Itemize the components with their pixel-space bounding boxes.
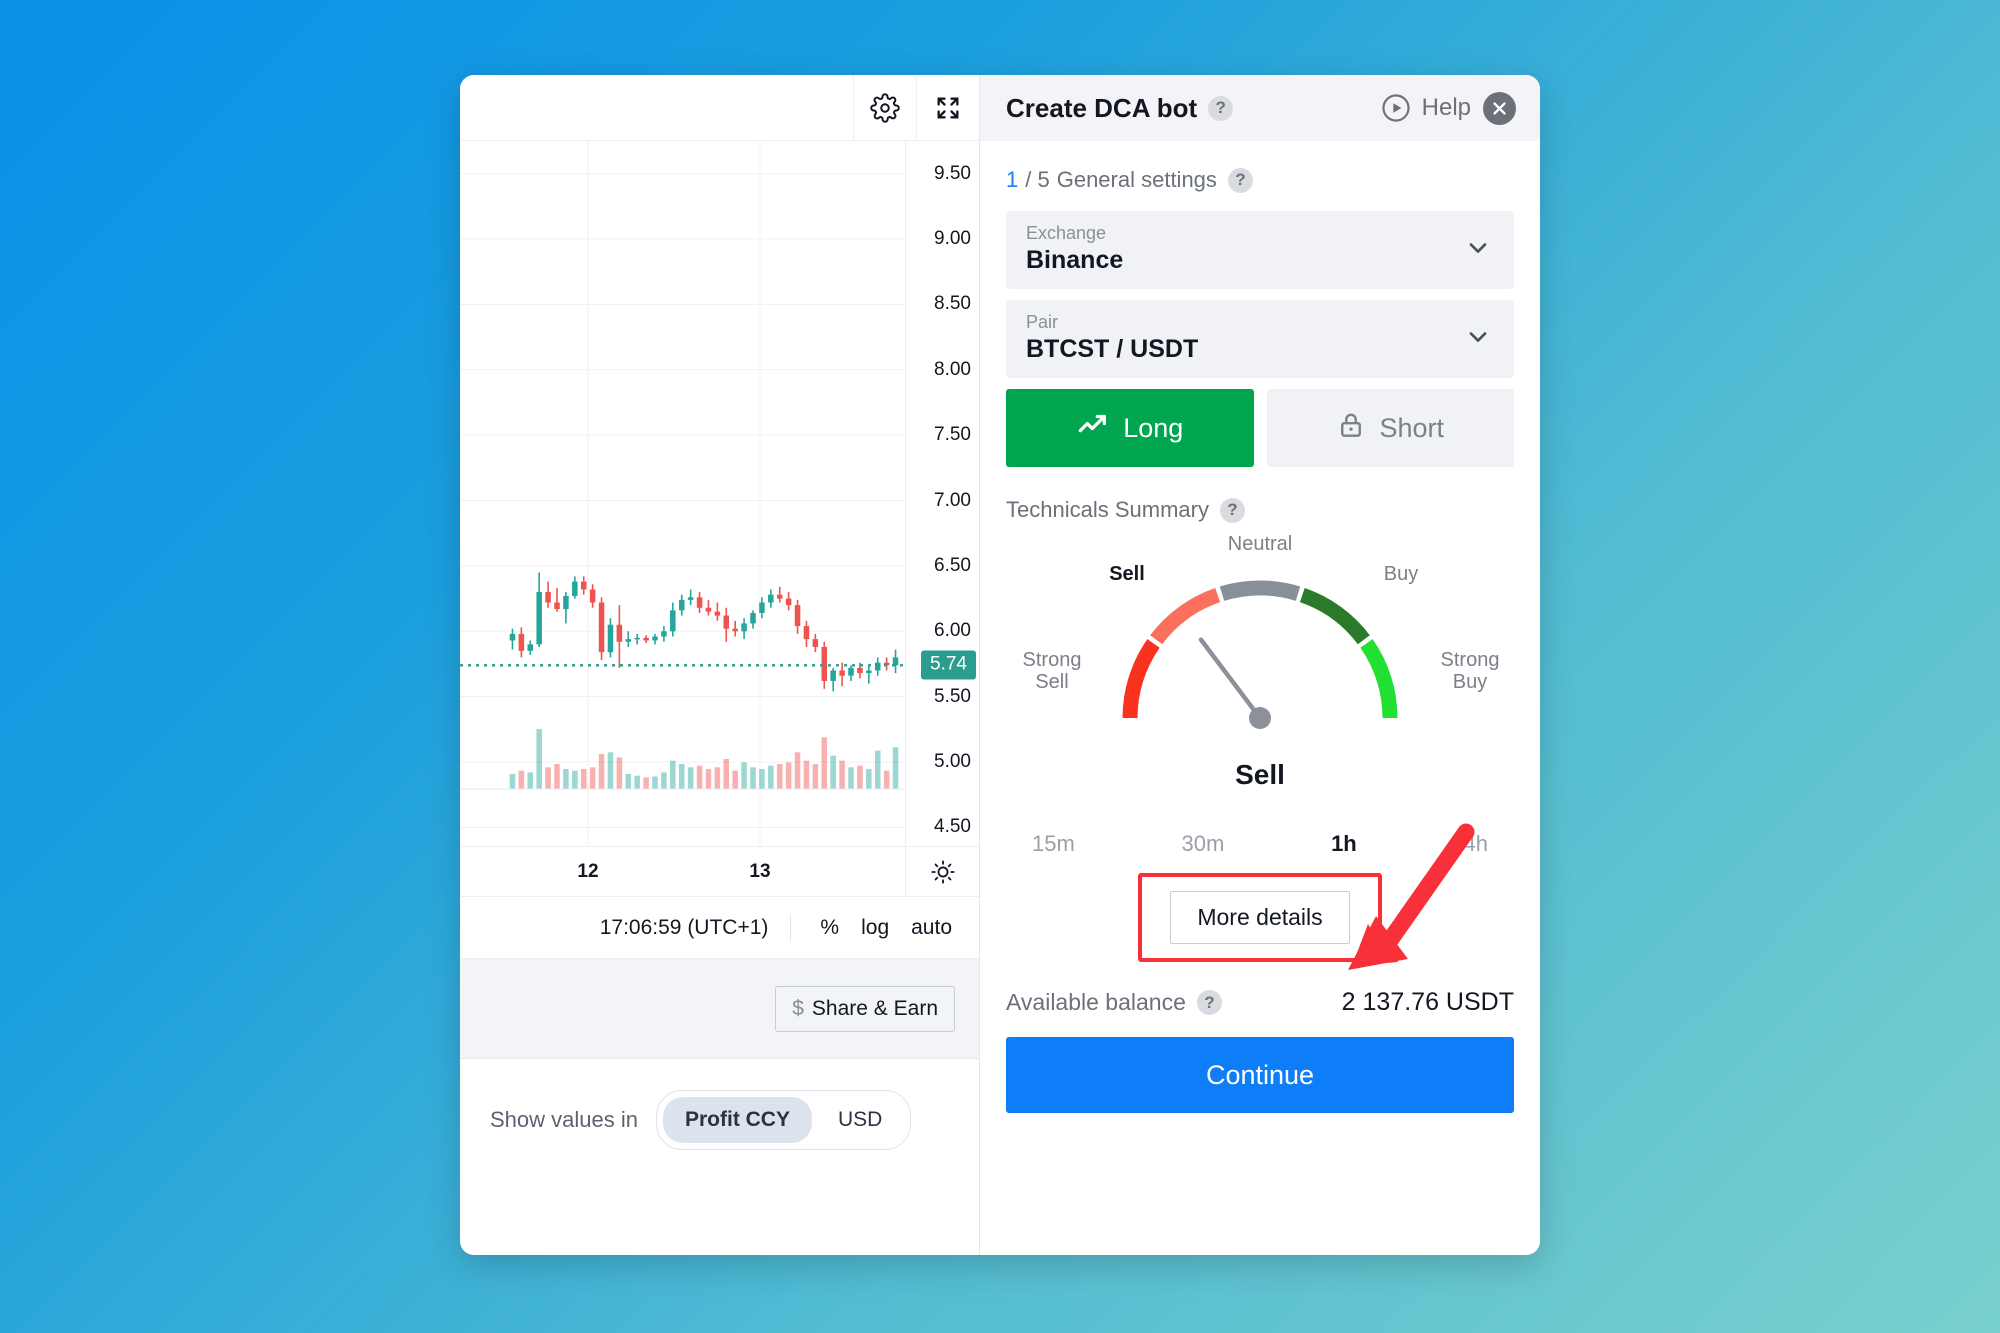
time-label: 13: [749, 860, 771, 882]
price-tick: 9.00: [934, 228, 971, 250]
pair-select[interactable]: Pair BTCST / USDT: [1006, 300, 1514, 378]
help-link[interactable]: Help: [1422, 94, 1471, 122]
chart-status-bar: 17:06:59 (UTC+1) % log auto: [460, 897, 979, 959]
log-scale-button[interactable]: log: [850, 916, 900, 940]
price-tick: 5.00: [934, 751, 971, 773]
technicals-gauge: Neutral Sell Buy Strong Sell Strong Buy Se…: [1006, 527, 1514, 827]
show-values-bar: Show values in Profit CCY USD: [460, 1059, 979, 1181]
timeframe-15m[interactable]: 15m: [1032, 831, 1075, 857]
chevron-down-icon: [1464, 323, 1492, 356]
percent-scale-button[interactable]: %: [809, 916, 850, 940]
short-button[interactable]: Short: [1266, 389, 1514, 467]
technicals-help-icon[interactable]: ?: [1219, 497, 1245, 523]
play-circle-icon[interactable]: [1380, 92, 1412, 124]
step-indicator: 1 / 5 General settings ?: [1006, 141, 1514, 211]
price-tick: 8.00: [934, 358, 971, 380]
timeframe-4h[interactable]: 4h: [1463, 831, 1487, 857]
balance-help-icon[interactable]: ?: [1196, 990, 1222, 1015]
currency-toggle: Profit CCY USD: [655, 1090, 912, 1150]
brightness-icon[interactable]: [905, 847, 979, 896]
timeframe-1h[interactable]: 1h: [1331, 831, 1357, 857]
panel-header: Create DCA bot ? Help: [980, 75, 1540, 141]
close-icon[interactable]: [1483, 91, 1516, 125]
exchange-value: Binance: [1026, 246, 1124, 274]
panel-body: 1 / 5 General settings ? Exchange Binanc…: [980, 141, 1540, 1113]
available-balance-label: Available balance: [1006, 989, 1186, 1015]
more-details-button[interactable]: More details: [1170, 891, 1350, 944]
time-label: 12: [577, 860, 599, 882]
current-price-badge: 5.74: [921, 650, 976, 680]
gear-icon[interactable]: [853, 75, 916, 140]
share-bar: $ Share & Earn: [460, 959, 979, 1059]
price-tick: 8.50: [934, 293, 971, 315]
timeframe-row: 15m 30m 1h 4h: [1006, 831, 1514, 857]
price-tick: 7.00: [934, 489, 971, 511]
time-axis: 12 13: [460, 847, 979, 897]
long-button[interactable]: Long: [1006, 389, 1254, 467]
share-and-earn-button[interactable]: $ Share & Earn: [775, 985, 955, 1032]
chart-toolbar: [460, 75, 979, 141]
chart-clock: 17:06:59 (UTC+1): [599, 915, 769, 939]
gauge-label-strong-sell: Strong Sell: [1022, 649, 1082, 694]
annotation-highlight-box: More details: [1138, 873, 1382, 962]
candlestick-plot[interactable]: [460, 141, 905, 846]
share-and-earn-label: Share & Earn: [811, 996, 938, 1020]
position-side-toggle: Long Short: [1006, 389, 1514, 467]
pair-label: Pair: [1026, 312, 1059, 332]
create-bot-panel: Create DCA bot ? Help 1 / 5 General sett…: [980, 75, 1540, 1255]
price-tick: 4.50: [934, 816, 971, 838]
exchange-label: Exchange: [1026, 223, 1107, 243]
long-label: Long: [1123, 412, 1184, 443]
divider: [790, 914, 792, 941]
chart-panel: 9.50 9.00 8.50 8.00 7.50 7.00 6.50 6.00 5.50 5.00…: [460, 75, 980, 1255]
timeframe-30m[interactable]: 30m: [1182, 831, 1225, 857]
step-help-icon[interactable]: ?: [1227, 167, 1253, 193]
price-tick: 5.50: [934, 685, 971, 707]
lock-icon: [1336, 410, 1366, 447]
price-axis[interactable]: 9.50 9.00 8.50 8.00 7.50 7.00 6.50 6.00 5.50 5.00…: [905, 141, 979, 846]
page-title: Create DCA bot: [1006, 92, 1198, 123]
available-balance-row: Available balance ? 2 137.76 USDT: [1006, 988, 1514, 1017]
chart-plot-area[interactable]: 9.50 9.00 8.50 8.00 7.50 7.00 6.50 6.00 5.50 5.00…: [460, 141, 979, 847]
pair-value: BTCST / USDT: [1026, 335, 1199, 363]
gauge-verdict: Sell: [1235, 759, 1285, 790]
step-label: General settings: [1056, 167, 1217, 192]
toggle-profit-ccy[interactable]: Profit CCY: [662, 1097, 812, 1143]
gauge-label-neutral: Neutral: [1227, 533, 1293, 555]
gauge-label-buy: Buy: [1383, 563, 1419, 585]
auto-scale-button[interactable]: auto: [900, 916, 963, 940]
fullscreen-icon[interactable]: [916, 75, 979, 140]
short-label: Short: [1379, 412, 1445, 443]
price-tick: 6.00: [934, 620, 971, 642]
show-values-label: Show values in: [490, 1107, 638, 1132]
trending-up-icon: [1076, 408, 1110, 449]
step-current: 1: [1006, 167, 1019, 192]
toggle-usd[interactable]: USD: [816, 1097, 904, 1143]
gauge-label-strong-buy: Strong Buy: [1440, 649, 1500, 694]
chevron-down-icon: [1464, 234, 1492, 267]
price-tick: 6.50: [934, 554, 971, 576]
available-balance-value: 2 137.76 USDT: [1341, 988, 1514, 1016]
technicals-heading-row: Technicals Summary ?: [1006, 497, 1514, 523]
more-details-row: More details: [1006, 873, 1514, 962]
title-help-icon[interactable]: ?: [1208, 95, 1234, 121]
continue-button[interactable]: Continue: [1006, 1037, 1514, 1113]
exchange-select[interactable]: Exchange Binance: [1006, 211, 1514, 289]
price-tick: 9.50: [934, 162, 971, 184]
dollar-icon: $: [792, 996, 804, 1020]
gauge-label-sell: Sell: [1109, 563, 1145, 585]
dca-bot-card: 9.50 9.00 8.50 8.00 7.50 7.00 6.50 6.00 5.50 5.00…: [460, 75, 1540, 1255]
step-separator: / 5: [1025, 167, 1050, 192]
price-tick: 7.50: [934, 424, 971, 446]
candlestick-svg: [460, 141, 905, 846]
technicals-heading: Technicals Summary: [1006, 497, 1209, 522]
